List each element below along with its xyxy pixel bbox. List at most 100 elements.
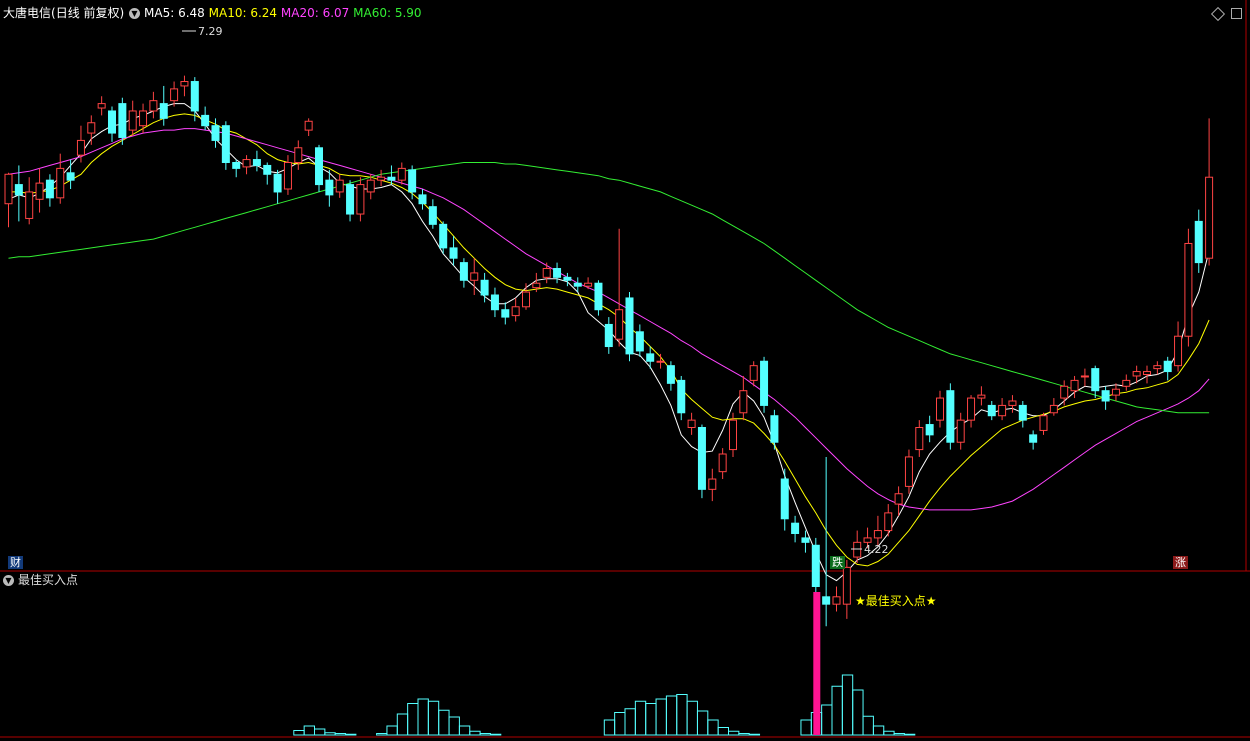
candle[interactable] (14, 165, 23, 222)
candle[interactable] (584, 277, 593, 290)
candle[interactable] (822, 456, 831, 627)
candle[interactable] (335, 174, 344, 198)
candle[interactable] (522, 283, 530, 310)
candle[interactable] (553, 262, 562, 284)
kline-chart[interactable]: 7.29 4.22 ★最佳买入点★ (0, 0, 1250, 741)
candle[interactable] (697, 424, 706, 499)
expand-icon[interactable] (1231, 8, 1242, 19)
candle[interactable] (739, 375, 748, 421)
candle[interactable] (4, 172, 13, 228)
candle[interactable] (501, 302, 510, 325)
candle[interactable] (1174, 321, 1183, 372)
candle[interactable] (687, 412, 696, 435)
candle[interactable] (221, 121, 230, 170)
candle[interactable] (967, 395, 976, 428)
candle[interactable] (811, 537, 820, 597)
stock-title[interactable]: 大唐电信 (3, 6, 51, 20)
candle[interactable] (780, 468, 789, 531)
candle[interactable] (459, 258, 468, 288)
candle[interactable] (201, 106, 210, 131)
candle[interactable] (232, 159, 241, 178)
candle[interactable] (708, 468, 717, 502)
candle[interactable] (1122, 374, 1131, 391)
candle[interactable] (1018, 401, 1027, 428)
candle[interactable] (873, 515, 882, 546)
candle[interactable] (1101, 386, 1110, 410)
candle[interactable] (490, 287, 499, 318)
candle[interactable] (1163, 356, 1172, 381)
candle[interactable] (770, 409, 779, 450)
candle[interactable] (118, 97, 127, 145)
candle[interactable] (87, 115, 96, 145)
candle[interactable] (387, 165, 396, 185)
candle[interactable] (304, 118, 313, 136)
candle[interactable] (35, 168, 44, 213)
candle[interactable] (946, 383, 955, 450)
candle[interactable] (180, 75, 189, 97)
chevron-down-icon[interactable]: ▼ (3, 575, 14, 586)
candle[interactable] (594, 280, 603, 316)
candle[interactable] (666, 361, 675, 391)
candle[interactable] (397, 162, 406, 185)
candle[interactable] (128, 100, 137, 136)
candle[interactable] (45, 174, 54, 207)
candle[interactable] (904, 449, 913, 494)
candle[interactable] (346, 180, 355, 222)
candle[interactable] (646, 346, 655, 369)
candle[interactable] (139, 103, 148, 134)
candle[interactable] (408, 165, 417, 200)
candle[interactable] (315, 144, 323, 192)
candle[interactable] (832, 586, 841, 612)
candle[interactable] (1008, 395, 1017, 413)
candle[interactable] (108, 106, 116, 142)
candle[interactable] (25, 177, 34, 225)
candle[interactable] (760, 356, 769, 413)
candle[interactable] (925, 415, 934, 443)
candle[interactable] (428, 199, 437, 229)
candle[interactable] (170, 81, 179, 107)
marker-die[interactable]: 跌 (830, 556, 845, 569)
candle[interactable] (66, 159, 75, 189)
candle[interactable] (542, 262, 551, 284)
candle[interactable] (294, 140, 303, 170)
candle[interactable] (998, 398, 1007, 421)
candle[interactable] (615, 228, 624, 347)
candle[interactable] (356, 177, 365, 222)
candle[interactable] (884, 504, 893, 537)
candle[interactable] (418, 189, 427, 210)
candle[interactable] (791, 515, 800, 543)
candle[interactable] (677, 375, 686, 421)
candle[interactable] (449, 236, 458, 266)
candle[interactable] (1143, 365, 1151, 384)
candle[interactable] (625, 292, 634, 362)
candle[interactable] (273, 169, 282, 204)
candle[interactable] (1111, 383, 1120, 401)
candle[interactable] (718, 448, 727, 480)
candle[interactable] (977, 386, 986, 406)
candle[interactable] (97, 96, 106, 116)
candle[interactable] (604, 317, 613, 354)
candle[interactable] (1153, 361, 1162, 375)
marker-zhang[interactable]: 涨 (1173, 556, 1188, 569)
candle[interactable] (915, 420, 924, 457)
candle[interactable] (252, 150, 261, 172)
candle[interactable] (853, 530, 862, 563)
candle[interactable] (656, 353, 665, 369)
candle[interactable] (1091, 365, 1100, 399)
candle[interactable] (956, 412, 965, 450)
candle[interactable] (1205, 118, 1214, 266)
candle[interactable] (1049, 398, 1058, 416)
candle[interactable] (149, 91, 158, 119)
candle[interactable] (635, 324, 644, 357)
candle[interactable] (470, 258, 479, 295)
candle[interactable] (377, 169, 386, 187)
candle[interactable] (1029, 430, 1038, 450)
candle[interactable] (1184, 228, 1193, 347)
candle[interactable] (283, 155, 292, 195)
candle[interactable] (242, 155, 251, 175)
chevron-down-icon[interactable]: ▼ (129, 8, 140, 19)
candle[interactable] (1194, 209, 1203, 273)
candle[interactable] (1039, 412, 1048, 435)
candle[interactable] (511, 297, 520, 322)
candle[interactable] (936, 390, 944, 428)
